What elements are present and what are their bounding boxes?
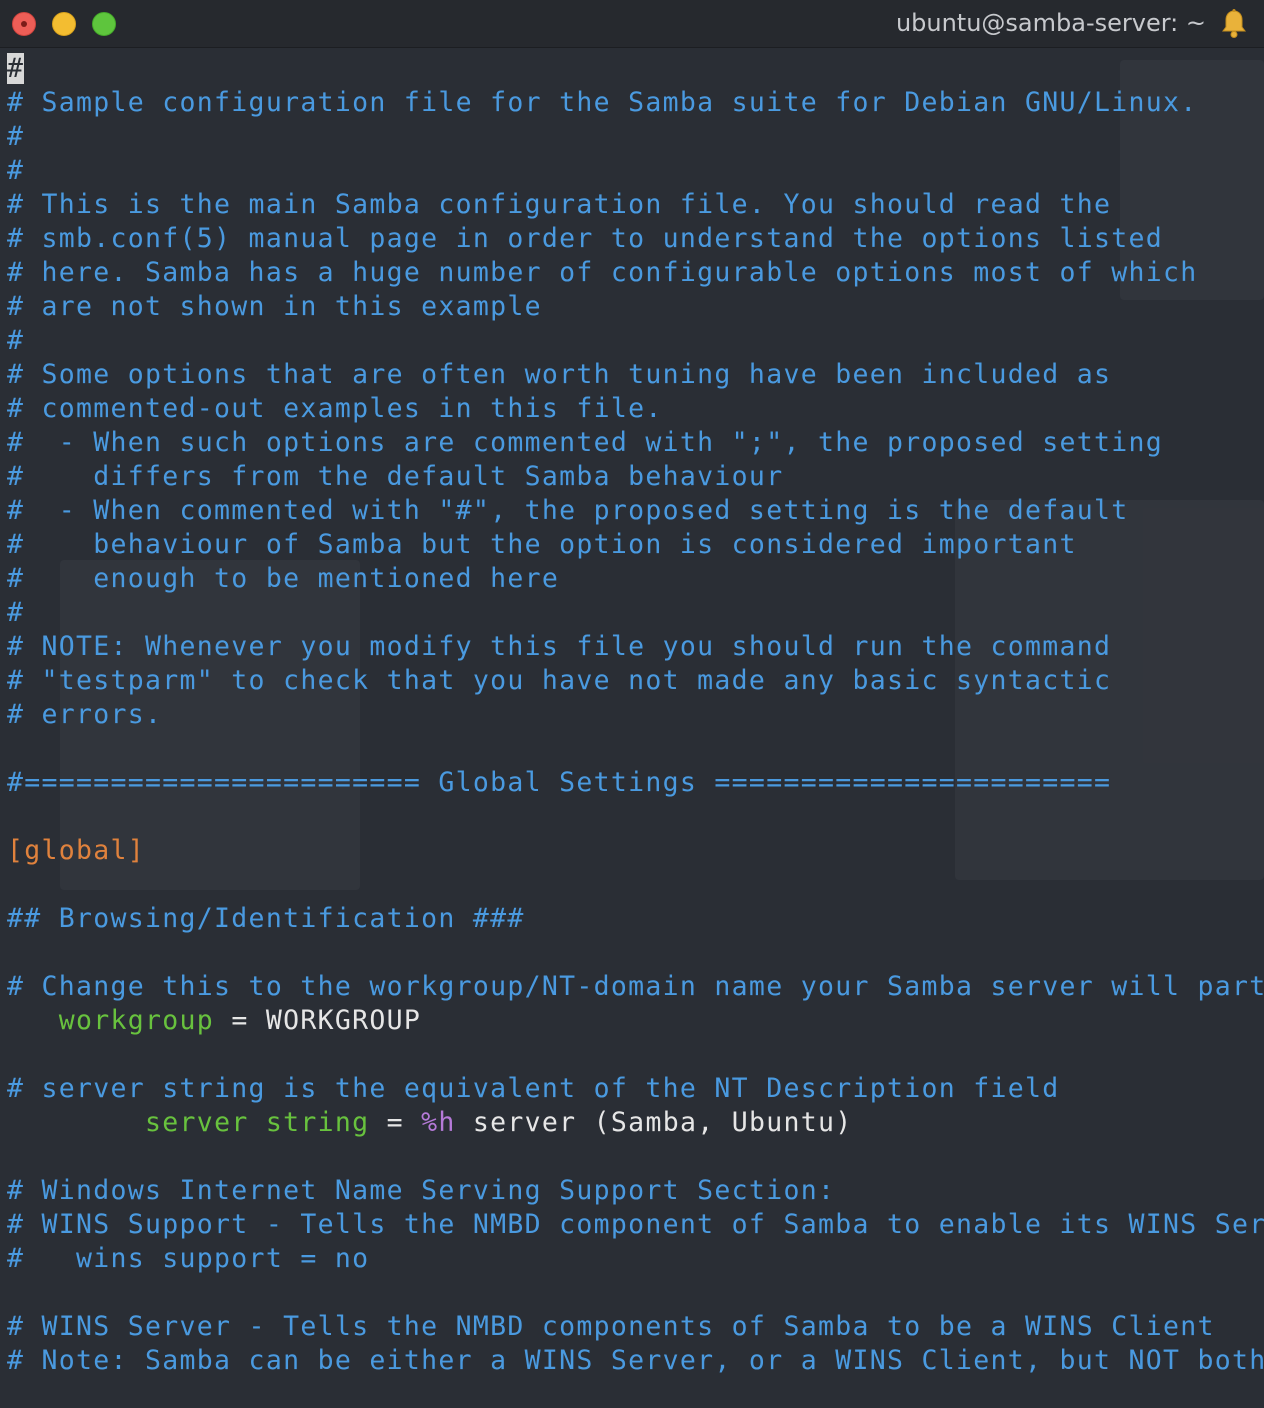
comment-text: # wins support = no [7,1243,370,1274]
comment-text: # Windows Internet Name Serving Support … [7,1175,836,1206]
close-icon [21,21,27,27]
title-bar[interactable]: ubuntu@samba-server: ~ [0,0,1264,48]
editor-line-34: # WINS Support - Tells the NMBD componen… [7,1208,1264,1242]
bell-icon[interactable] [1218,8,1250,40]
comment-text: # Note: Samba can be either a WINS Serve… [7,1345,1264,1376]
editor-line-33: # Windows Internet Name Serving Support … [7,1174,835,1208]
comment-text: # Change this to the workgroup/NT-domain… [7,971,1264,1002]
editor-line-4: # This is the main Samba configuration f… [7,188,1111,222]
comment-text: #======================= Global Settings… [7,767,1112,798]
comment-text: # [7,121,25,152]
comment-text: # server string is the equivalent of the… [7,1073,1060,1104]
editor-line-16: # [7,596,24,630]
comment-text: # - When such options are commented with… [7,427,1164,458]
workgroup-value: WORKGROUP [265,1005,422,1036]
editor-line-1: # Sample configuration file for the Samb… [7,86,1198,120]
editor-line-3: # [7,154,24,188]
comment-text: # enough to be mentioned here [7,563,560,594]
comment-text: # here. Samba has a huge number of confi… [7,257,1198,288]
comment-text: # [7,325,25,356]
comment-text: ## Browsing/Identification ### [7,903,525,934]
editor-line-8: # [7,324,24,358]
editor-line-13: # - When commented with "#", the propose… [7,494,1129,528]
editor-line-5: # smb.conf(5) manual page in order to un… [7,222,1163,256]
editor-line-15: # enough to be mentioned here [7,562,559,596]
editor-line-11: # - When such options are commented with… [7,426,1163,460]
editor-line-0: # [7,52,25,86]
comment-text: # This is the main Samba configuration f… [7,189,1112,220]
comment-text: # Sample configuration file for the Samb… [7,87,1198,118]
editor-line-14: # behaviour of Samba but the option is c… [7,528,1077,562]
comment-text: # WINS Support - Tells the NMBD componen… [7,1209,1264,1240]
server-string-value: server (Samba, Ubuntu) [455,1107,853,1138]
comment-text: # - When commented with "#", the propose… [7,495,1129,526]
editor-line-23: [global] [7,834,145,868]
vim-editor[interactable]: # workgroup = WORKGROUP server string = … [0,50,1264,1408]
comment-text: # behaviour of Samba but the option is c… [7,529,1077,560]
editor-line-7: # are not shown in this example [7,290,542,324]
comment-text: # [7,155,25,186]
editor-line-37: # WINS Server - Tells the NMBD component… [7,1310,1215,1344]
editor-line-12: # differs from the default Samba behavio… [7,460,783,494]
comment-text: # "testparm" to check that you have not … [7,665,1112,696]
editor-line-18: # "testparm" to check that you have not … [7,664,1111,698]
editor-line-38: # Note: Samba can be either a WINS Serve… [7,1344,1264,1378]
editor-line-6: # here. Samba has a huge number of confi… [7,256,1198,290]
text-cursor: # [7,53,25,84]
comment-text: # commented-out examples in this file. [7,393,663,424]
comment-text: # are not shown in this example [7,291,542,322]
editor-line-21: #======================= Global Settings… [7,766,1111,800]
editor-line-35: # wins support = no [7,1242,369,1276]
editor-line-9: # Some options that are often worth tuni… [7,358,1111,392]
server-string-setting-line: server string = %h server (Samba, Ubuntu… [145,1107,853,1138]
editor-line-30: # server string is the equivalent of the… [7,1072,1060,1106]
editor-line-17: # NOTE: Whenever you modify this file yo… [7,630,1111,664]
editor-line-2: # [7,120,24,154]
workgroup-key: workgroup [58,1005,215,1036]
editor-line-25: ## Browsing/Identification ### [7,902,525,936]
server-string-key: server string [145,1107,370,1138]
section-header: [global] [7,835,146,866]
window-title: ubuntu@samba-server: ~ [895,9,1206,37]
comment-text: # errors. [7,699,163,730]
comment-text: # [7,597,25,628]
zoom-button[interactable] [92,12,116,36]
comment-text: # WINS Server - Tells the NMBD component… [7,1311,1215,1342]
workgroup-setting-line: workgroup = WORKGROUP [58,1005,422,1036]
terminal-window: ubuntu@samba-server: ~ # workgroup = WOR… [0,0,1264,1408]
comment-text: # Some options that are often worth tuni… [7,359,1112,390]
close-button[interactable] [12,12,36,36]
comment-text: # smb.conf(5) manual page in order to un… [7,223,1164,254]
comment-text: # NOTE: Whenever you modify this file yo… [7,631,1112,662]
editor-line-27: # Change this to the workgroup/NT-domain… [7,970,1264,1004]
editor-line-10: # commented-out examples in this file. [7,392,663,426]
hostname-macro: %h [421,1107,456,1138]
minimize-button[interactable] [52,12,76,36]
comment-text: # differs from the default Samba behavio… [7,461,784,492]
editor-line-19: # errors. [7,698,162,732]
